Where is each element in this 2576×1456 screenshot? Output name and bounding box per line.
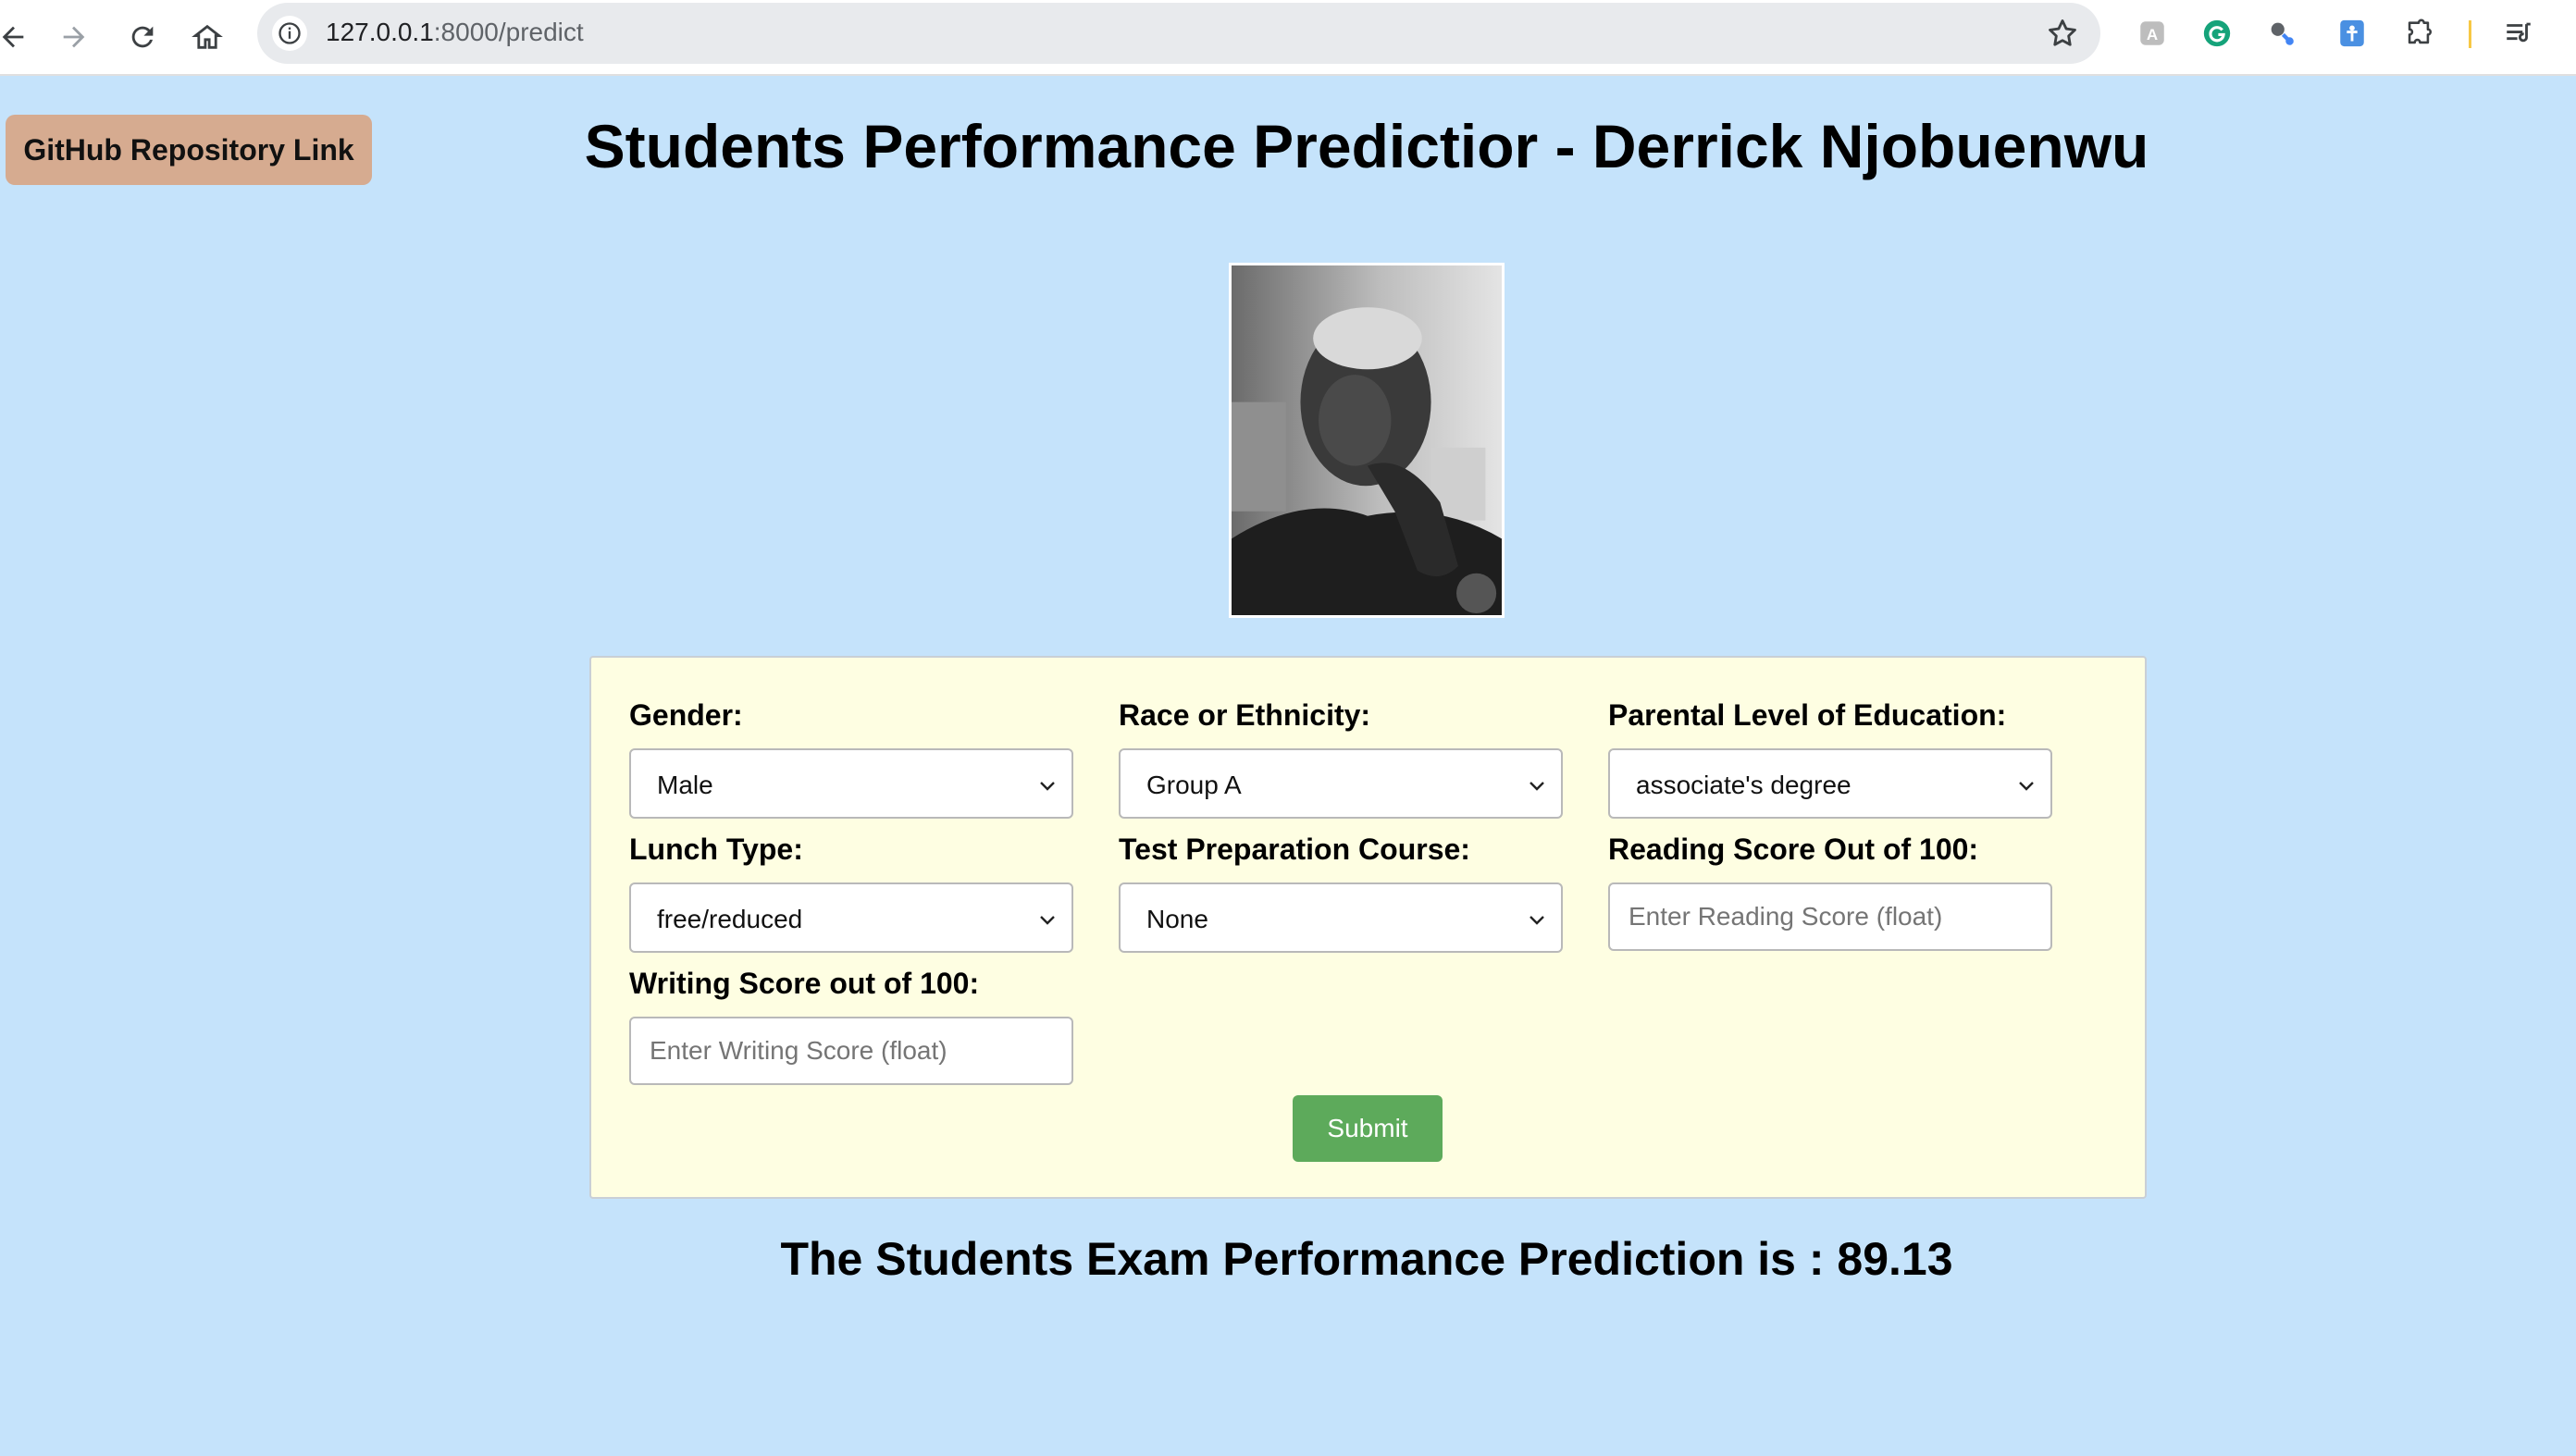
gender-field: Gender: Male [629,697,1073,819]
lunch-select-value: free/reduced [657,905,803,933]
gender-select[interactable]: Male [629,748,1073,819]
address-bar[interactable]: 127.0.0.1:8000/predict [257,3,2100,64]
extension-satellite-icon[interactable] [2263,15,2300,52]
address-url: 127.0.0.1:8000/predict [326,18,584,47]
parental-education-field: Parental Level of Education: associate's… [1608,697,2052,819]
race-label: Race or Ethnicity: [1119,698,1371,732]
reading-score-field: Reading Score Out of 100: [1608,831,2052,951]
toolbar-separator [2469,20,2471,48]
grammarly-icon[interactable] [2198,15,2235,52]
chevron-down-icon [1530,782,1544,791]
lunch-field: Lunch Type: free/reduced [629,831,1073,953]
chevron-down-icon [1040,782,1055,791]
reload-icon[interactable] [118,13,167,61]
star-icon[interactable] [2045,16,2080,51]
submit-button[interactable]: Submit [1293,1095,1443,1162]
test-prep-select-value: None [1146,905,1208,933]
test-prep-field: Test Preparation Course: None [1119,831,1563,953]
race-select-value: Group A [1146,771,1242,799]
url-host: 127.0.0.1 [326,18,434,46]
home-icon[interactable] [183,13,231,61]
extension-a-icon[interactable]: A [2134,15,2171,52]
test-prep-select[interactable]: None [1119,882,1563,953]
reading-score-input[interactable] [1608,882,2052,951]
test-prep-label: Test Preparation Course: [1119,833,1470,866]
profile-photo [1229,263,1505,618]
extension-accessibility-icon[interactable] [2334,15,2371,52]
writing-score-input[interactable] [629,1017,1073,1085]
url-path: :8000/predict [433,18,584,46]
back-arrow-icon[interactable] [0,13,37,61]
prediction-result: The Students Exam Performance Prediction… [780,1233,1953,1285]
gender-select-value: Male [657,771,713,799]
reading-list-icon[interactable] [2500,15,2537,52]
parental-education-select[interactable]: associate's degree [1608,748,2052,819]
svg-text:A: A [2147,26,2158,43]
writing-score-label: Writing Score out of 100: [629,967,980,1000]
parental-education-select-value: associate's degree [1636,771,1852,799]
gender-label: Gender: [629,698,743,732]
browser-toolbar: 127.0.0.1:8000/predict A [0,0,2576,76]
lunch-label: Lunch Type: [629,833,803,866]
prediction-form: Gender: Male Race or Ethnicity: Group A … [589,656,2147,1199]
chevron-down-icon [1530,916,1544,925]
forward-arrow-icon[interactable] [50,13,98,61]
lunch-select[interactable]: free/reduced [629,882,1073,953]
chevron-down-icon [1040,916,1055,925]
chevron-down-icon [2019,782,2034,791]
puzzle-icon[interactable] [2400,15,2437,52]
race-select[interactable]: Group A [1119,748,1563,819]
page-title: Students Performance Predictior - Derric… [584,112,2149,180]
writing-score-field: Writing Score out of 100: [629,965,1073,1085]
parental-education-label: Parental Level of Education: [1608,698,2007,732]
race-field: Race or Ethnicity: Group A [1119,697,1563,819]
reading-score-label: Reading Score Out of 100: [1608,833,1979,866]
info-icon[interactable] [272,16,307,51]
